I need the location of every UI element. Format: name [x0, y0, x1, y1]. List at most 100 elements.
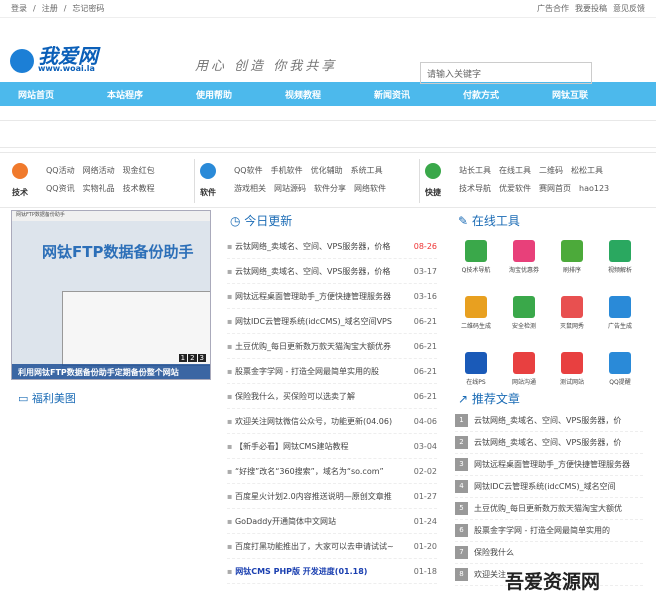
news-item[interactable]: 土豆优购_每日更新数万款天猫淘宝大额优券 06-21: [227, 334, 437, 359]
news-item[interactable]: 网钛CMS PHP版 开发进度(01.18) 01-18: [227, 559, 437, 584]
link[interactable]: 优化辅助: [311, 166, 343, 175]
news-item[interactable]: 保险我什么，买保险可以选卖了解 06-21: [227, 384, 437, 409]
rec-title[interactable]: 保险我什么: [474, 547, 514, 558]
news-item[interactable]: 网钛IDC云管理系统(idcCMS)_域名空间VPS 06-21: [227, 309, 437, 334]
top-link[interactable]: 忘记密码: [72, 4, 104, 13]
site-logo[interactable]: 我爱网 www.woai.la: [10, 46, 98, 73]
news-title[interactable]: 土豆优购_每日更新数万款天猫淘宝大额优券: [227, 341, 399, 352]
nav-item[interactable]: 网钛互联: [552, 88, 641, 101]
news-title[interactable]: 保险我什么，买保险可以选卖了解: [227, 391, 399, 402]
link[interactable]: 手机软件: [271, 166, 303, 175]
rec-title[interactable]: 欢迎关注: [474, 569, 506, 580]
link[interactable]: 游戏相关: [234, 184, 266, 193]
rec-title[interactable]: 云钛网络_卖域名、空间、VPS服务器，价: [474, 437, 621, 448]
rec-item[interactable]: 4 网钛IDC云管理系统(idcCMS)_域名空间: [455, 476, 643, 498]
news-title[interactable]: 股票金字学网 - 打造全网最简单实用的股: [227, 366, 399, 377]
news-item[interactable]: GoDaddy开通简体中文网站 01-24: [227, 509, 437, 534]
rec-title[interactable]: 云钛网络_卖域名、空间、VPS服务器，价: [474, 415, 621, 426]
tool-item[interactable]: QQ提醒: [596, 348, 644, 398]
rec-item[interactable]: 7 保险我什么: [455, 542, 643, 564]
top-link[interactable]: 登录: [11, 4, 27, 13]
link[interactable]: 在线工具: [499, 166, 531, 175]
tool-item[interactable]: 淘宝优惠券: [500, 236, 548, 286]
rec-title[interactable]: 网钛IDC云管理系统(idcCMS)_域名空间: [474, 481, 616, 492]
news-title[interactable]: 【新手必看】网钛CMS建站教程: [227, 441, 399, 452]
link[interactable]: 系统工具: [351, 166, 383, 175]
divider: [419, 159, 420, 203]
search-input[interactable]: 请输入关键字: [420, 62, 592, 84]
nav-item[interactable]: 本站程序: [107, 88, 196, 101]
link[interactable]: 技术教程: [123, 184, 155, 193]
rec-item[interactable]: 5 土豆优购_每日更新数万款天猫淘宝大额优: [455, 498, 643, 520]
news-item[interactable]: 【新手必看】网钛CMS建站教程 03-04: [227, 434, 437, 459]
news-title[interactable]: 网钛IDC云管理系统(idcCMS)_域名空间VPS: [227, 316, 399, 327]
banner-pager[interactable]: 123: [178, 354, 206, 362]
rec-title[interactable]: 土豆优购_每日更新数万款天猫淘宝大额优: [474, 503, 622, 514]
news-item[interactable]: 云钛网络_卖域名、空间、VPS服务器，价格 03-17: [227, 259, 437, 284]
link[interactable]: QQ资讯: [46, 184, 75, 193]
nav-item[interactable]: 视频教程: [285, 88, 374, 101]
top-link[interactable]: 注册: [42, 4, 58, 13]
link[interactable]: QQ软件: [234, 166, 263, 175]
news-title[interactable]: 网钛CMS PHP版 开发进度(01.18): [227, 566, 399, 577]
link[interactable]: hao123: [579, 184, 609, 193]
news-item[interactable]: “好搜”改名“360搜索”，域名为“so.com” 02-02: [227, 459, 437, 484]
news-item[interactable]: 欢迎关注网钛微信公众号，功能更新(04.06) 04-06: [227, 409, 437, 434]
banner-page[interactable]: 3: [197, 354, 206, 362]
news-title[interactable]: 欢迎关注网钛微信公众号，功能更新(04.06): [227, 416, 399, 427]
tool-item[interactable]: 视频解析: [596, 236, 644, 286]
news-title[interactable]: 百度星火计划2.0内容推送说明—原创文章推: [227, 491, 399, 502]
tool-item[interactable]: 广告生成: [596, 292, 644, 342]
link[interactable]: 技术导航: [459, 184, 491, 193]
link[interactable]: 软件分享: [314, 184, 346, 193]
link[interactable]: 站长工具: [459, 166, 491, 175]
link[interactable]: 实物礼品: [83, 184, 115, 193]
news-title[interactable]: 云钛网络_卖域名、空间、VPS服务器，价格: [227, 241, 399, 252]
link[interactable]: 赛网首页: [539, 184, 571, 193]
tool-item[interactable]: 灭鼠网秀: [548, 292, 596, 342]
nav-item[interactable]: 使用帮助: [196, 88, 285, 101]
link[interactable]: 现金红包: [123, 166, 155, 175]
link[interactable]: 二维码: [539, 166, 563, 175]
news-date: 08-26: [413, 241, 437, 251]
banner-slider[interactable]: 网钛FTP数据备份助手 网钛FTP数据备份助手 123 利用网钛FTP数据备份助…: [11, 210, 211, 380]
news-title[interactable]: 网钛远程桌面管理助手_方便快捷管理服务器: [227, 291, 399, 302]
link[interactable]: 松松工具: [571, 166, 603, 175]
tool-label: 灭鼠网秀: [559, 323, 584, 330]
link[interactable]: QQ活动: [46, 166, 75, 175]
rec-item[interactable]: 6 股票金字学网 - 打造全网最简单实用的: [455, 520, 643, 542]
news-title[interactable]: GoDaddy开通简体中文网站: [227, 516, 399, 527]
nav-item[interactable]: 网站首页: [18, 88, 107, 101]
banner-caption[interactable]: 利用网钛FTP数据备份助手定期备份整个网站: [12, 364, 210, 379]
rec-item[interactable]: 1 云钛网络_卖域名、空间、VPS服务器，价: [455, 410, 643, 432]
news-item[interactable]: 股票金字学网 - 打造全网最简单实用的股 06-21: [227, 359, 437, 384]
banner-page[interactable]: 1: [178, 354, 188, 362]
main-nav: 网站首页 本站程序 使用帮助 视频教程 新闻资讯 付款方式 网钛互联: [0, 82, 656, 106]
news-item[interactable]: 网钛远程桌面管理助手_方便快捷管理服务器 03-16: [227, 284, 437, 309]
news-title[interactable]: 百度打黑功能推出了，大家可以去申请试试~: [227, 541, 399, 552]
news-item[interactable]: 云钛网络_卖域名、空间、VPS服务器，价格 08-26: [227, 234, 437, 259]
news-title[interactable]: 云钛网络_卖域名、空间、VPS服务器，价格: [227, 266, 399, 277]
rec-title[interactable]: 股票金字学网 - 打造全网最简单实用的: [474, 525, 610, 536]
tool-item[interactable]: 测试网站: [548, 348, 596, 398]
tool-item[interactable]: 安全检测: [500, 292, 548, 342]
link[interactable]: 网络活动: [83, 166, 115, 175]
news-item[interactable]: 百度星火计划2.0内容推送说明—原创文章推 01-27: [227, 484, 437, 509]
news-title[interactable]: “好搜”改名“360搜索”，域名为“so.com”: [227, 466, 399, 477]
news-item[interactable]: 百度打黑功能推出了，大家可以去申请试试~ 01-20: [227, 534, 437, 559]
rec-title[interactable]: 网钛远程桌面管理助手_方便快捷管理服务器: [474, 459, 630, 470]
tool-item[interactable]: Q技术导航: [452, 236, 500, 286]
link[interactable]: 网站源码: [274, 184, 306, 193]
nav-item[interactable]: 付款方式: [463, 88, 552, 101]
top-link[interactable]: 我要投稿: [575, 4, 607, 13]
banner-page[interactable]: 2: [188, 354, 197, 362]
tool-item[interactable]: 二维码生成: [452, 292, 500, 342]
tool-item[interactable]: 刷排序: [548, 236, 596, 286]
link[interactable]: 网络软件: [354, 184, 386, 193]
rec-item[interactable]: 2 云钛网络_卖域名、空间、VPS服务器，价: [455, 432, 643, 454]
rec-item[interactable]: 3 网钛远程桌面管理助手_方便快捷管理服务器: [455, 454, 643, 476]
top-link[interactable]: 意见反馈: [613, 4, 645, 13]
top-link[interactable]: 广告合作: [537, 4, 569, 13]
link[interactable]: 优爱软件: [499, 184, 531, 193]
nav-item[interactable]: 新闻资讯: [374, 88, 463, 101]
